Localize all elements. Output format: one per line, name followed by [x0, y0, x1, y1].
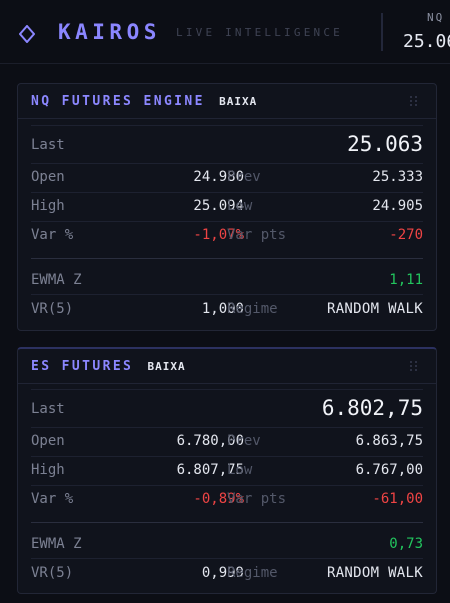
- open-prev-row: Open 6.780,00 Prev 6.863,75: [31, 427, 423, 455]
- last-value: 6.802,75: [321, 396, 423, 420]
- app-tagline: LIVE INTELLIGENCE: [176, 26, 343, 39]
- low-label: Low: [227, 462, 253, 478]
- var-pts-value: -270: [389, 227, 423, 243]
- trend-badge: BAIXA: [147, 360, 186, 373]
- card-title: ES FUTURES BAIXA: [31, 359, 186, 374]
- top-bar: KAIROS LIVE INTELLIGENCE NQ 25.063: [0, 0, 450, 64]
- card-title: NQ FUTURES ENGINE BAIXA: [31, 94, 257, 109]
- last-label: Last: [31, 401, 65, 417]
- var-pts-value: -61,00: [372, 491, 423, 507]
- ticker-symbol[interactable]: NQ: [427, 11, 444, 24]
- ewma-label: EWMA Z: [31, 536, 82, 552]
- es-futures-card: ES FUTURES BAIXA Last 6.802,75 Open 6.78…: [17, 347, 437, 594]
- high-low-row: High 25.094 Low 24.905: [31, 192, 423, 220]
- regime-value: RANDOM WALK: [326, 301, 423, 317]
- vr-label: VR(5): [31, 565, 74, 581]
- header-divider: [381, 13, 383, 51]
- regime-value: RANDOM WALK: [326, 565, 423, 581]
- prev-label: Prev: [227, 169, 261, 185]
- low-value: 6.767,00: [355, 462, 423, 478]
- var-pts-label: Var pts: [227, 227, 287, 243]
- trend-badge: BAIXA: [219, 95, 258, 108]
- ewma-value: 0,73: [389, 536, 423, 552]
- prev-value: 25.333: [372, 169, 423, 185]
- nq-futures-card: NQ FUTURES ENGINE BAIXA Last 25.063 Open…: [17, 83, 437, 331]
- drag-handle-icon[interactable]: [410, 96, 418, 106]
- low-value: 24.905: [372, 198, 423, 214]
- var-pct-label: Var %: [31, 491, 74, 507]
- vr-label: VR(5): [31, 301, 74, 317]
- regime-label: Regime: [227, 565, 278, 581]
- high-label: High: [31, 198, 65, 214]
- app-brand: KAIROS: [58, 20, 161, 44]
- diamond-icon: [19, 25, 35, 43]
- var-pct-label: Var %: [31, 227, 74, 243]
- vr-regime-row: VR(5) 0,999 Regime RANDOM WALK: [31, 558, 423, 586]
- card-title-text: ES FUTURES: [31, 359, 134, 374]
- ewma-row: EWMA Z 1,11: [31, 258, 423, 294]
- drag-handle-icon[interactable]: [410, 361, 418, 371]
- high-low-row: High 6.807,75 Low 6.767,00: [31, 456, 423, 484]
- prev-label: Prev: [227, 433, 261, 449]
- vr-regime-row: VR(5) 1,000 Regime RANDOM WALK: [31, 294, 423, 322]
- high-label: High: [31, 462, 65, 478]
- variation-row: Var % -1,07% Var pts -270: [31, 221, 423, 249]
- variation-row: Var % -0,89% Var pts -61,00: [31, 485, 423, 513]
- ewma-row: EWMA Z 0,73: [31, 522, 423, 558]
- last-value: 25.063: [347, 132, 423, 156]
- open-prev-row: Open 24.980 Prev 25.333: [31, 163, 423, 191]
- last-row: Last 25.063: [31, 125, 423, 163]
- open-label: Open: [31, 169, 65, 185]
- regime-label: Regime: [227, 301, 278, 317]
- card-header: NQ FUTURES ENGINE BAIXA: [18, 84, 436, 119]
- prev-value: 6.863,75: [355, 433, 423, 449]
- low-label: Low: [227, 198, 253, 214]
- last-row: Last 6.802,75: [31, 389, 423, 427]
- ewma-value: 1,11: [389, 272, 423, 288]
- last-label: Last: [31, 137, 65, 153]
- card-title-text: NQ FUTURES ENGINE: [31, 94, 205, 109]
- ticker-value[interactable]: 25.063: [403, 31, 450, 52]
- open-label: Open: [31, 433, 65, 449]
- var-pts-label: Var pts: [227, 491, 287, 507]
- card-header: ES FUTURES BAIXA: [18, 349, 436, 384]
- ewma-label: EWMA Z: [31, 272, 82, 288]
